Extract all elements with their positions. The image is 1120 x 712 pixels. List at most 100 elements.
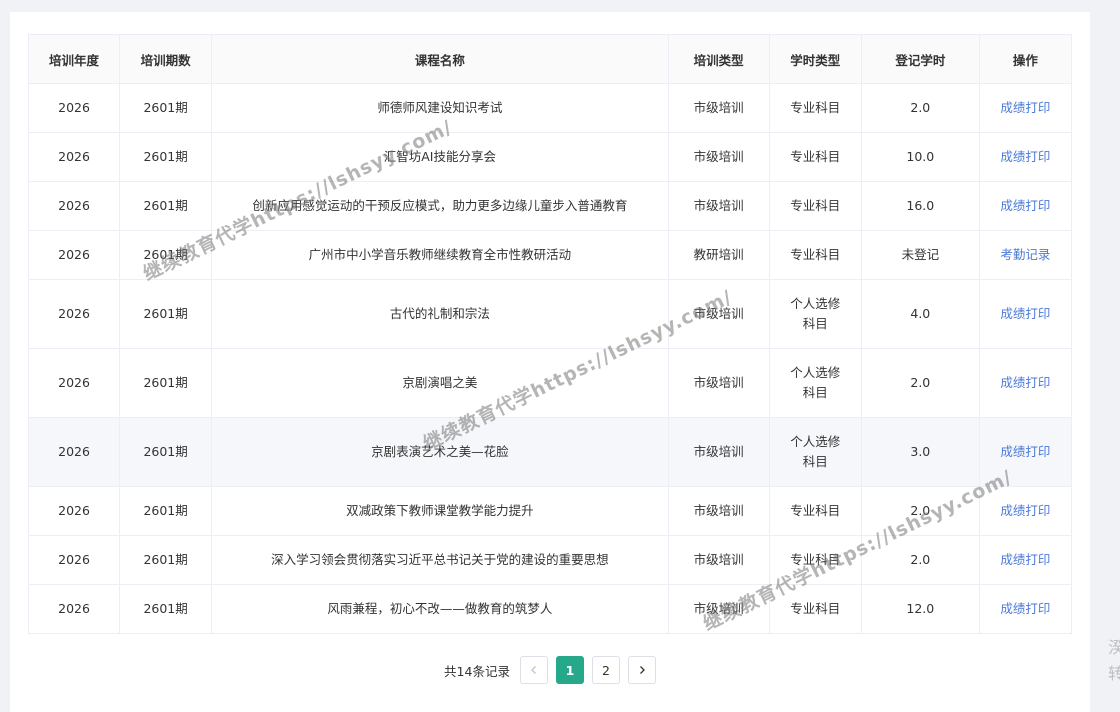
cell-training-type: 市级培训 <box>667 83 770 133</box>
cell-training-type: 市级培训 <box>667 486 770 536</box>
cell-hours: 未登记 <box>860 230 980 280</box>
cell-course-name: 双减政策下教师课堂教学能力提升 <box>211 486 669 536</box>
cell-action: 成绩打印 <box>978 348 1073 418</box>
cell-course-name: 广州市中小学音乐教师继续教育全市性教研活动 <box>211 230 669 280</box>
table-row: 2026 2601期 深入学习领会贯彻落实习近平总书记关于党的建设的重要思想 市… <box>27 535 1073 585</box>
cell-hours: 2.0 <box>860 535 980 585</box>
cell-year: 2026 <box>27 279 121 349</box>
table-row: 2026 2601期 风雨兼程，初心不改——做教育的筑梦人 市级培训 专业科目 … <box>27 584 1073 634</box>
cell-course-name: 汇智坊AI技能分享会 <box>211 132 669 182</box>
cell-hour-type: 个人选修 科目 <box>768 417 862 487</box>
cell-training-type: 市级培训 <box>667 132 770 182</box>
print-score-link[interactable]: 成绩打印 <box>1000 306 1050 321</box>
cell-action: 成绩打印 <box>978 535 1073 585</box>
print-score-link[interactable]: 成绩打印 <box>1000 444 1050 459</box>
header-course-name: 课程名称 <box>211 34 669 84</box>
cell-hour-type: 专业科目 <box>768 132 862 182</box>
cell-training-type: 教研培训 <box>667 230 770 280</box>
cell-hours: 3.0 <box>860 417 980 487</box>
table-row-hovered: 2026 2601期 京剧表演艺术之美—花脸 市级培训 个人选修 科目 3.0 成… <box>27 417 1073 487</box>
header-year: 培训年度 <box>27 34 121 84</box>
cell-hours: 2.0 <box>860 486 980 536</box>
cell-hour-type: 专业科目 <box>768 535 862 585</box>
hour-type-line2: 科目 <box>802 454 828 469</box>
print-score-link[interactable]: 成绩打印 <box>1000 198 1050 213</box>
prev-page-button[interactable] <box>519 656 548 684</box>
cell-hour-type: 专业科目 <box>768 584 862 634</box>
cell-period: 2601期 <box>119 83 213 133</box>
pagination: 共14条记录 1 2 <box>10 656 1090 684</box>
hour-type-line2: 科目 <box>802 316 828 331</box>
cell-hours: 4.0 <box>860 279 980 349</box>
cell-training-type: 市级培训 <box>667 535 770 585</box>
cell-action: 成绩打印 <box>978 279 1073 349</box>
cell-hours: 10.0 <box>860 132 980 182</box>
cell-course-name: 深入学习领会贯彻落实习近平总书记关于党的建设的重要思想 <box>211 535 669 585</box>
cell-training-type: 市级培训 <box>667 584 770 634</box>
cell-hours: 12.0 <box>860 584 980 634</box>
table-row: 2026 2601期 汇智坊AI技能分享会 市级培训 专业科目 10.0 成绩打… <box>27 132 1073 182</box>
hour-type-line1: 个人选修 <box>790 296 841 311</box>
cell-period: 2601期 <box>119 486 213 536</box>
cell-hours: 16.0 <box>860 181 980 231</box>
cell-year: 2026 <box>27 486 121 536</box>
header-training-type: 培训类型 <box>667 34 770 84</box>
table-row: 2026 2601期 师德师风建设知识考试 市级培训 专业科目 2.0 成绩打印 <box>27 83 1073 133</box>
cell-course-name: 创新应用感觉运动的干预反应模式，助力更多边缘儿童步入普通教育 <box>211 181 669 231</box>
cell-action: 考勤记录 <box>978 230 1073 280</box>
cell-hours: 2.0 <box>860 83 980 133</box>
cell-period: 2601期 <box>119 348 213 418</box>
cell-course-name: 风雨兼程，初心不改——做教育的筑梦人 <box>211 584 669 634</box>
cell-course-name: 京剧演唱之美 <box>211 348 669 418</box>
cell-action: 成绩打印 <box>978 486 1073 536</box>
edge-char: 转 <box>1108 664 1120 683</box>
chevron-right-icon <box>639 666 645 674</box>
records-panel: 培训年度 培训期数 课程名称 培训类型 学时类型 登记学时 操作 2026 26… <box>10 12 1090 712</box>
header-actions: 操作 <box>978 34 1073 84</box>
table-row: 2026 2601期 创新应用感觉运动的干预反应模式，助力更多边缘儿童步入普通教… <box>27 181 1073 231</box>
attendance-record-link[interactable]: 考勤记录 <box>1000 247 1050 262</box>
edge-char: 湀 <box>1108 638 1120 657</box>
header-hours: 登记学时 <box>860 34 980 84</box>
cell-year: 2026 <box>27 132 121 182</box>
page-button-2[interactable]: 2 <box>591 656 620 684</box>
cell-hour-type: 专业科目 <box>768 486 862 536</box>
cell-training-type: 市级培训 <box>667 348 770 418</box>
hour-type-line1: 个人选修 <box>790 434 841 449</box>
cell-year: 2026 <box>27 83 121 133</box>
cell-period: 2601期 <box>119 230 213 280</box>
table-row: 2026 2601期 京剧演唱之美 市级培训 个人选修科目 2.0 成绩打印 <box>27 348 1073 418</box>
cell-hour-type: 专业科目 <box>768 181 862 231</box>
cell-hour-type: 个人选修 科目 <box>768 348 862 418</box>
cell-period: 2601期 <box>119 417 213 487</box>
cell-training-type: 市级培训 <box>667 417 770 487</box>
cell-year: 2026 <box>27 181 121 231</box>
page-button-1[interactable]: 1 <box>555 656 584 684</box>
cell-period: 2601期 <box>119 584 213 634</box>
cell-hour-type: 专业科目 <box>768 83 862 133</box>
print-score-link[interactable]: 成绩打印 <box>1000 552 1050 567</box>
cell-period: 2601期 <box>119 279 213 349</box>
print-score-link[interactable]: 成绩打印 <box>1000 149 1050 164</box>
hour-type-line1: 个人选修 <box>790 365 841 380</box>
print-score-link[interactable]: 成绩打印 <box>1000 375 1050 390</box>
cell-action: 成绩打印 <box>978 584 1073 634</box>
table-row: 2026 2601期 双减政策下教师课堂教学能力提升 市级培训 专业科目 2.0… <box>27 486 1073 536</box>
cell-hours: 2.0 <box>860 348 980 418</box>
table-row: 2026 2601期 广州市中小学音乐教师继续教育全市性教研活动 教研培训 专业… <box>27 230 1073 280</box>
print-score-link[interactable]: 成绩打印 <box>1000 601 1050 616</box>
hour-type-line2: 科目 <box>802 385 828 400</box>
cell-training-type: 市级培训 <box>667 279 770 349</box>
cell-period: 2601期 <box>119 535 213 585</box>
training-records-table: 培训年度 培训期数 课程名称 培训类型 学时类型 登记学时 操作 2026 26… <box>27 34 1073 634</box>
cell-year: 2026 <box>27 535 121 585</box>
print-score-link[interactable]: 成绩打印 <box>1000 503 1050 518</box>
total-records-text: 共14条记录 <box>444 663 510 679</box>
header-period: 培训期数 <box>119 34 213 84</box>
cell-year: 2026 <box>27 348 121 418</box>
cell-hour-type: 个人选修 科目 <box>768 279 862 349</box>
chevron-left-icon <box>531 666 536 674</box>
print-score-link[interactable]: 成绩打印 <box>1000 100 1050 115</box>
next-page-button[interactable] <box>627 656 656 684</box>
cell-period: 2601期 <box>119 132 213 182</box>
